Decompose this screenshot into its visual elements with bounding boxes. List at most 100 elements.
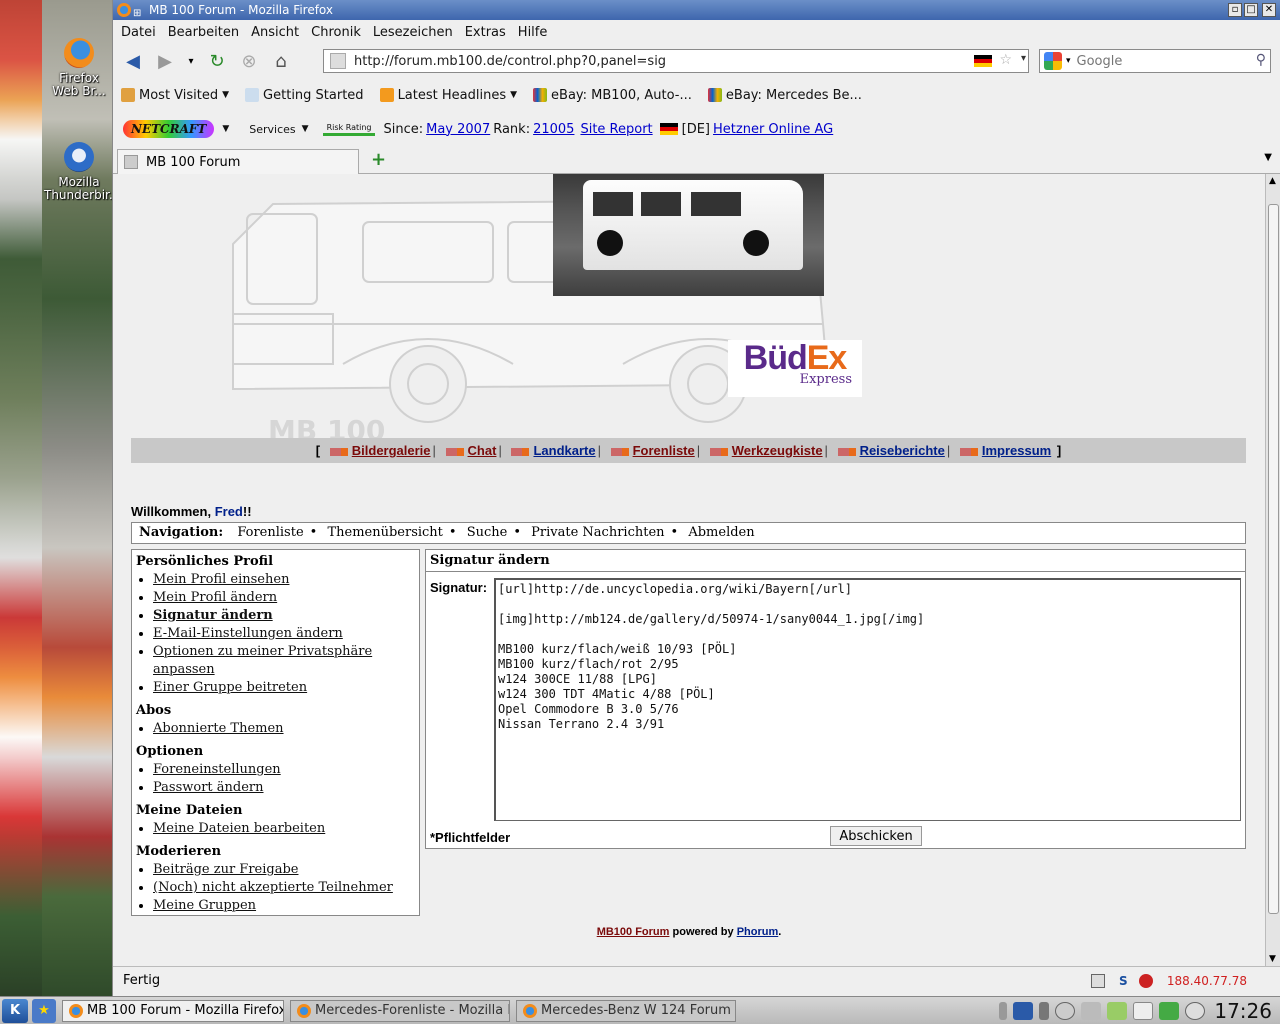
menu-datei[interactable]: Datei (121, 25, 156, 40)
forward-arrow-icon[interactable]: ▶ (151, 48, 179, 74)
nav-link-impressum[interactable]: Impressum (982, 443, 1051, 458)
profile-menu-item[interactable]: Meine Dateien bearbeiten (153, 820, 416, 838)
url-bar[interactable]: http://forum.mb100.de/control.php?0,pane… (323, 49, 1029, 73)
forum-nav-themenuebersicht[interactable]: Themenübersicht (327, 525, 442, 540)
desktop-icon-thunderbird[interactable]: Mozilla Thunderbir... (44, 142, 120, 202)
profile-link-mein-profil-einsehen[interactable]: Mein Profil einsehen (153, 572, 289, 587)
nav-link-landkarte[interactable]: Landkarte (533, 443, 595, 458)
menu-chronik[interactable]: Chronik (311, 25, 361, 40)
menu-bearbeiten[interactable]: Bearbeiten (168, 25, 239, 40)
chevron-down-icon[interactable]: ▼ (222, 124, 229, 134)
arrow-left-icon[interactable] (1039, 1002, 1050, 1020)
profile-link-gruppe-beitreten[interactable]: Einer Gruppe beitreten (153, 680, 307, 695)
network-icon[interactable] (1055, 1002, 1076, 1020)
wifi-icon[interactable] (1107, 1002, 1128, 1020)
nav-link-chat[interactable]: Chat (468, 443, 497, 458)
submit-button[interactable]: Abschicken (830, 826, 922, 846)
close-button[interactable]: ✕ (1262, 3, 1276, 17)
reload-icon[interactable]: ↻ (203, 48, 231, 74)
search-input[interactable] (1076, 53, 1247, 69)
search-engine-dropdown-icon[interactable]: ▾ (1066, 56, 1071, 66)
page-info-icon[interactable] (1091, 974, 1105, 988)
scroll-up-icon[interactable]: ▲ (1269, 176, 1276, 186)
profile-link-beitraege-freigabe[interactable]: Beiträge zur Freigabe (153, 862, 298, 877)
nav-link-reiseberichte[interactable]: Reiseberichte (860, 443, 945, 458)
profile-menu-item[interactable]: Foreneinstellungen (153, 761, 416, 779)
bookmark-latest-headlines[interactable]: Latest Headlines ▼ (379, 88, 517, 103)
menu-ansicht[interactable]: Ansicht (251, 25, 299, 40)
nav-link-forenliste[interactable]: Forenliste (633, 443, 695, 458)
update-icon[interactable] (1159, 1002, 1180, 1020)
url-text[interactable]: http://forum.mb100.de/control.php?0,pane… (354, 54, 666, 69)
task-mercedes-w124[interactable]: Mercedes-Benz W 124 Forum -... (516, 999, 736, 1022)
since-link[interactable]: May 2007 (426, 122, 490, 137)
back-arrow-icon[interactable]: ◀ (119, 48, 147, 74)
profile-menu-item[interactable]: Mein Profil einsehen (153, 571, 416, 589)
profile-menu-item[interactable]: Mein Profil ändern (153, 589, 416, 607)
task-mercedes-forenliste[interactable]: Mercedes-Forenliste - Mozilla F... (290, 999, 510, 1022)
new-tab-plus-icon[interactable]: + (371, 149, 386, 170)
monitor-icon[interactable] (1013, 1002, 1034, 1020)
stop-icon[interactable]: ⊗ (235, 48, 263, 74)
forum-nav-abmelden[interactable]: Abmelden (688, 525, 754, 540)
budex-logo[interactable]: BüdEx Express (728, 340, 862, 397)
profile-menu-item[interactable]: Optionen zu meiner Privatsphäre anpassen (153, 643, 416, 679)
clipboard-icon[interactable] (1133, 1002, 1154, 1020)
scroll-down-icon[interactable]: ▼ (1269, 954, 1276, 964)
profile-menu-item[interactable]: E-Mail-Einstellungen ändern (153, 625, 416, 643)
profile-link-foreneinstellungen[interactable]: Foreneinstellungen (153, 762, 281, 777)
profile-link-privatsphaere[interactable]: Optionen zu meiner Privatsphäre anpassen (153, 644, 372, 677)
maximize-button[interactable]: □ (1244, 3, 1258, 17)
volume-icon[interactable] (1081, 1002, 1102, 1020)
profile-link-dateien-bearbeiten[interactable]: Meine Dateien bearbeiten (153, 821, 325, 836)
search-bar[interactable]: ▾ ⚲ (1039, 49, 1271, 73)
chevron-down-icon[interactable]: ▼ (302, 124, 309, 134)
risk-rating-indicator[interactable]: Risk Rating (322, 123, 376, 136)
google-icon[interactable] (1044, 52, 1062, 70)
menu-hilfe[interactable]: Hilfe (518, 25, 548, 40)
nav-link-werkzeugkiste[interactable]: Werkzeugkiste (732, 443, 823, 458)
netcraft-logo[interactable]: NETCRAFT (123, 120, 215, 138)
forum-nav-suche[interactable]: Suche (467, 525, 508, 540)
bookmark-ebay-mb100[interactable]: eBay: MB100, Auto-... (533, 88, 692, 103)
services-menu[interactable]: Services (249, 123, 295, 136)
task-mb100-forum[interactable]: MB 100 Forum - Mozilla Firefox (62, 999, 284, 1022)
desktop-icon-firefox[interactable]: Firefox Web Br... (44, 38, 114, 98)
search-icon[interactable]: ⚲ (1256, 52, 1266, 68)
k-menu-button[interactable]: K (2, 998, 28, 1023)
profile-link-mein-profil-aendern[interactable]: Mein Profil ändern (153, 590, 277, 605)
clock[interactable]: 17:26 (1214, 999, 1272, 1023)
profile-link-abonnierte-themen[interactable]: Abonnierte Themen (153, 721, 284, 736)
footer-site-link[interactable]: MB100 Forum (597, 926, 670, 938)
profile-link-meine-gruppen[interactable]: Meine Gruppen (153, 898, 256, 913)
firefox-icon[interactable] (117, 3, 131, 17)
rank-link[interactable]: 21005 (533, 122, 574, 137)
tray-handle-icon[interactable] (999, 1002, 1008, 1020)
profile-link-signatur-aendern[interactable]: Signatur ändern (153, 608, 273, 623)
tab-mb100-forum[interactable]: MB 100 Forum (117, 149, 359, 174)
block-icon[interactable] (1139, 974, 1153, 988)
profile-menu-item[interactable]: Signatur ändern (153, 607, 416, 625)
profile-menu-item[interactable]: Abonnierte Themen (153, 720, 416, 738)
forum-nav-forenliste[interactable]: Forenliste (237, 525, 303, 540)
nav-link-bildergalerie[interactable]: Bildergalerie (352, 443, 431, 458)
menu-extras[interactable]: Extras (465, 25, 506, 40)
profile-menu-item[interactable]: Einer Gruppe beitreten (153, 679, 416, 697)
star-icon[interactable]: ★ (32, 998, 56, 1023)
bookmark-ebay-mercedes[interactable]: eBay: Mercedes Be... (707, 88, 862, 103)
profile-link-nicht-akzeptierte[interactable]: (Noch) nicht akzeptierte Teilnehmer (153, 880, 393, 895)
profile-menu-item[interactable]: Passwort ändern (153, 779, 416, 797)
profile-menu-item[interactable]: (Noch) nicht akzeptierte Teilnehmer (153, 879, 416, 897)
vertical-scrollbar[interactable]: ▲ ▼ (1265, 174, 1280, 966)
footer-phorum-link[interactable]: Phorum (737, 926, 779, 938)
signature-textarea[interactable]: [url]http://de.uncyclopedia.org/wiki/Bay… (494, 578, 1241, 821)
bookmark-star-icon[interactable]: ☆ (999, 52, 1012, 68)
minimize-button[interactable]: ▫ (1228, 3, 1242, 17)
profile-menu-item[interactable]: Beiträge zur Freigabe (153, 861, 416, 879)
menu-lesezeichen[interactable]: Lesezeichen (373, 25, 453, 40)
title-bar[interactable]: ⊞ MB 100 Forum - Mozilla Firefox ▫ □ ✕ (113, 0, 1280, 20)
profile-link-passwort-aendern[interactable]: Passwort ändern (153, 780, 264, 795)
profile-link-email-einstellungen[interactable]: E-Mail-Einstellungen ändern (153, 626, 343, 641)
security-icon[interactable]: S (1119, 974, 1133, 988)
tab-list-chevron-icon[interactable]: ▼ (1264, 152, 1272, 163)
